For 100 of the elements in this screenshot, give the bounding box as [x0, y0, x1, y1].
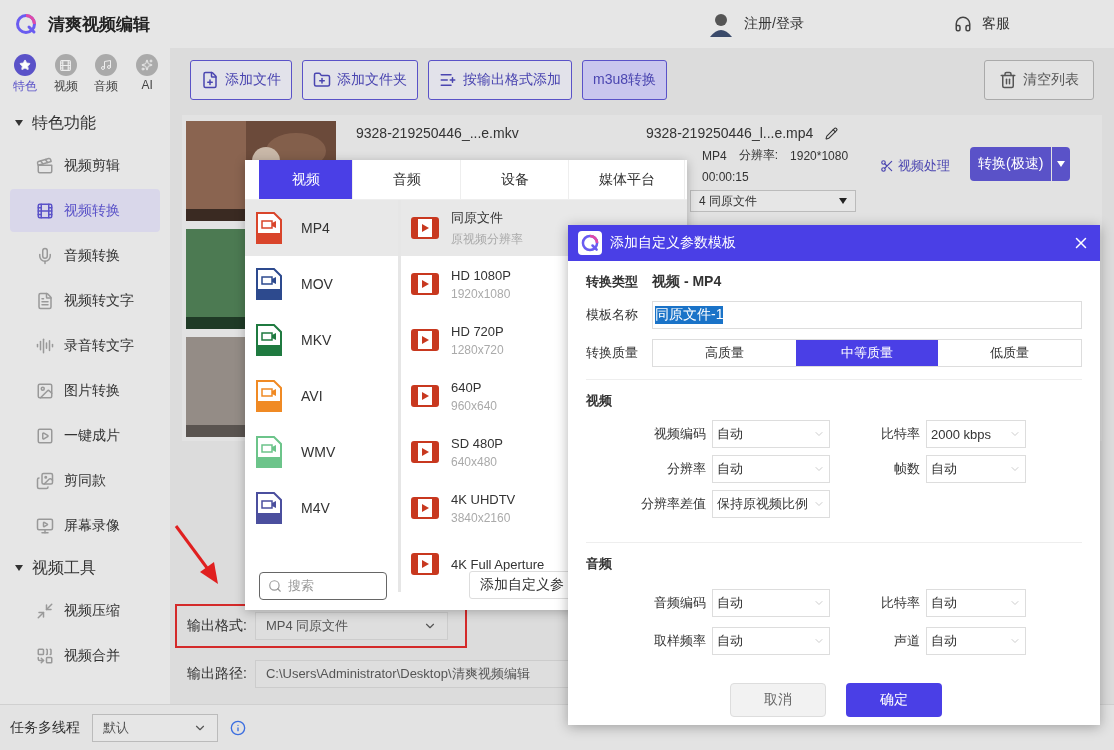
toolbar-button[interactable]: 按输出格式添加 [428, 60, 572, 100]
quality-label: 转换质量 [586, 344, 638, 362]
sidebar-item[interactable]: 音频转换 [10, 234, 160, 277]
output-format-select[interactable]: MP4 同原文件 [254, 612, 448, 640]
file-name: 9328-219250446_...e.mkv [356, 125, 520, 141]
category-label: AI [141, 78, 153, 92]
avatar-icon [708, 11, 735, 37]
convert-menu-button[interactable] [1052, 147, 1071, 181]
preset-size: 1920x1080 [451, 286, 511, 301]
film-icon [411, 385, 439, 407]
preset-size: 640x480 [451, 454, 499, 469]
section-title: 特色功能 [32, 112, 96, 133]
film-icon [411, 217, 439, 239]
format-tab[interactable]: 设备 [461, 160, 569, 199]
monitor-icon [36, 516, 54, 535]
setting-select[interactable]: 2000 kbps [926, 420, 1026, 448]
support-link[interactable]: 客服 [982, 15, 1010, 33]
quality-option[interactable]: 中等质量 [795, 340, 939, 366]
list-plus-icon [439, 71, 457, 89]
sidebar-item[interactable]: 剪同款 [10, 459, 160, 502]
sidebar-item[interactable]: 视频转换 [10, 189, 160, 232]
app-title: 清爽视频编辑 [48, 13, 150, 36]
clear-list-button[interactable]: 清空列表 [984, 60, 1094, 100]
file-format-icon [255, 268, 283, 300]
sidebar-item[interactable]: 图片转换 [10, 369, 160, 412]
file-format: MP4 [702, 148, 727, 163]
sidebar-item[interactable]: 一键成片 [10, 414, 160, 457]
audio-wave-icon [36, 336, 54, 355]
setting-select[interactable]: 自动 [926, 455, 1026, 483]
toolbar-button[interactable]: m3u8转换 [582, 60, 668, 100]
format-tab[interactable]: 音频 [353, 160, 461, 199]
caret-icon [1057, 161, 1066, 167]
film-icon [411, 329, 439, 351]
film-icon [411, 273, 439, 295]
sidebar-item[interactable]: 视频转文字 [10, 279, 160, 322]
template-name-field[interactable]: 同原文件-1 [652, 301, 1082, 329]
setting-select[interactable]: 保持原视频比例 [712, 490, 830, 518]
sidebar-item[interactable]: 视频剪辑 [10, 144, 160, 187]
info-icon[interactable] [230, 719, 246, 736]
setting-select[interactable]: 自动 [926, 627, 1026, 655]
sparkles-icon [136, 54, 159, 76]
category-tab[interactable]: 音频 [89, 54, 124, 95]
setting-select[interactable]: 自动 [712, 627, 830, 655]
category-tab[interactable]: 视频 [48, 54, 83, 95]
field-label: 音频编码 [653, 594, 706, 612]
preset-select[interactable]: 4 同原文件 [690, 190, 856, 212]
audio-section-title: 音频 [586, 555, 613, 573]
compress-icon [36, 601, 54, 620]
film-icon [411, 441, 439, 463]
logo-icon [14, 12, 38, 36]
film-icon [411, 497, 439, 519]
field-label: 取样频率 [653, 632, 706, 650]
setting-select[interactable]: 自动 [712, 420, 830, 448]
headset-icon[interactable] [954, 15, 972, 33]
setting-select[interactable]: 自动 [712, 455, 830, 483]
caret-icon[interactable] [14, 563, 24, 573]
pencil-icon[interactable] [825, 126, 839, 140]
cancel-button[interactable]: 取消 [730, 683, 826, 717]
setting-select[interactable]: 自动 [712, 589, 830, 617]
field-label: 帧数 [893, 460, 920, 478]
clapperboard-icon [36, 156, 54, 175]
toolbar-button[interactable]: 添加文件 [190, 60, 292, 100]
sidebar-item[interactable]: 视频压缩 [10, 589, 160, 632]
output-format-label: 输出格式: [187, 617, 247, 635]
category-tab[interactable]: AI [130, 54, 164, 95]
preset-name: 640P [451, 379, 483, 395]
file-format-icon [255, 436, 283, 468]
format-item[interactable]: MP4 [245, 200, 398, 256]
category-tab[interactable]: 特色 [8, 54, 42, 95]
resolution: 1920*1080 [790, 148, 849, 163]
toolbar-button[interactable]: 添加文件夹 [302, 60, 418, 100]
setting-select[interactable]: 自动 [926, 589, 1026, 617]
type-label: 转换类型 [586, 273, 638, 291]
caret-icon[interactable] [14, 118, 24, 128]
preset-name: 同原文件 [451, 208, 504, 227]
microphone-icon [36, 246, 54, 265]
trash-icon [999, 71, 1017, 89]
scissors-icon [880, 159, 894, 173]
merge-icon [36, 646, 54, 665]
sidebar-item[interactable]: 屏幕录像 [10, 504, 160, 547]
threads-label: 任务多线程 [10, 718, 80, 737]
category-label: 特色 [12, 78, 37, 95]
images-icon [36, 471, 54, 490]
convert-button[interactable]: 转换(极速) [970, 147, 1052, 181]
format-tab[interactable]: 媒体平台 [569, 160, 685, 199]
preset-name: 4K UHDTV [451, 491, 516, 507]
sidebar-item[interactable]: 录音转文字 [10, 324, 160, 367]
film-icon [411, 553, 439, 575]
ok-button[interactable]: 确定 [846, 683, 942, 717]
file-format-icon [255, 212, 283, 244]
folder-plus-icon [313, 71, 331, 89]
category-label: 音频 [94, 78, 119, 95]
field-label: 声道 [893, 632, 920, 650]
login-link[interactable]: 注册/登录 [744, 15, 804, 33]
caret-icon [839, 198, 847, 204]
sidebar-item[interactable]: 视频合并 [10, 634, 160, 677]
video-edit-link[interactable]: 视频处理 [880, 157, 950, 175]
format-tab[interactable]: 视频 [259, 160, 353, 199]
threads-select[interactable]: 默认 [92, 713, 218, 742]
section-title: 视频工具 [32, 557, 96, 578]
